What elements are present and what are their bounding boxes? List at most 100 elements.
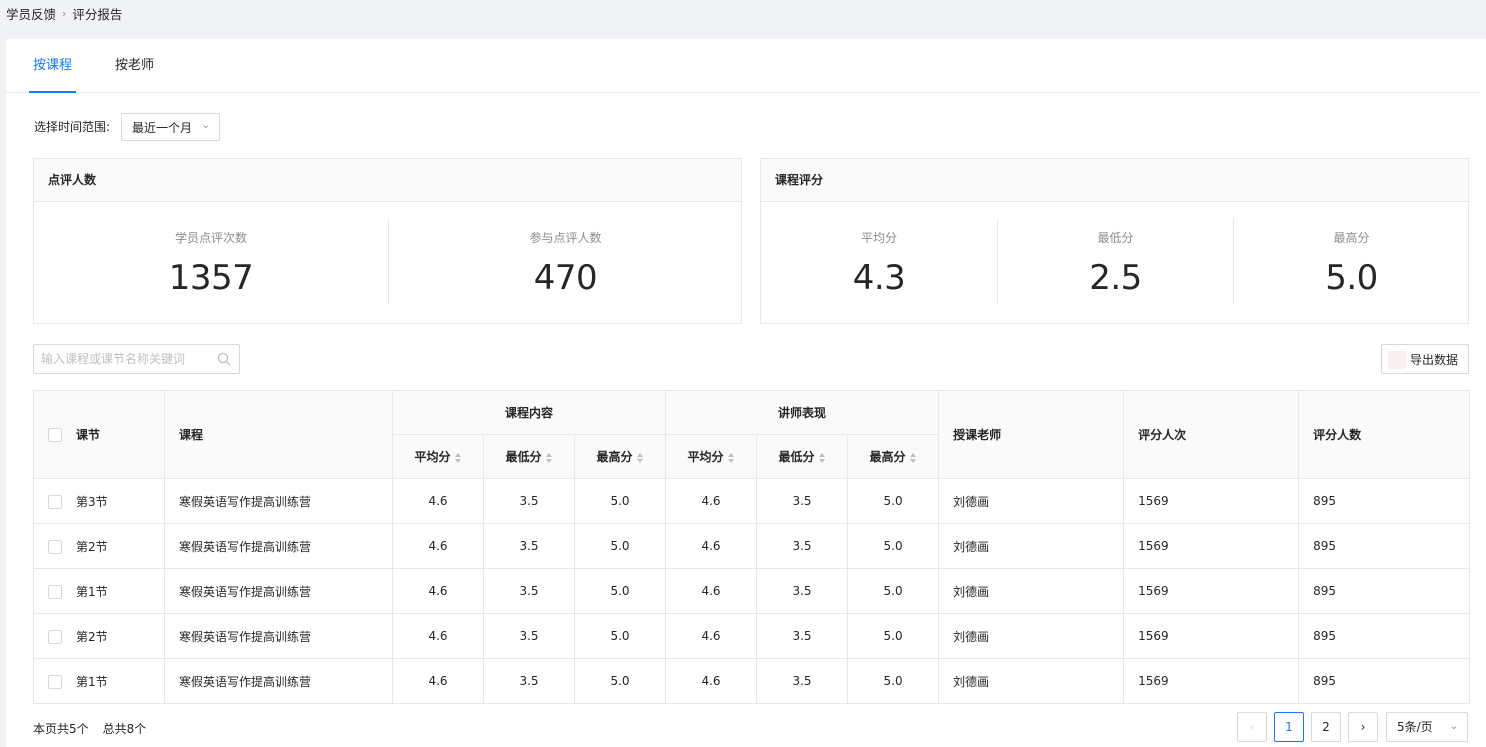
table-row[interactable]: 第2节 寒假英语写作提高训练营 4.6 3.5 5.0 4.6 3.5 5.0 刘德画 1569 8… — [33, 613, 1471, 659]
page-1-button[interactable]: 1 — [1274, 712, 1304, 742]
next-page-button[interactable]: › — [1348, 712, 1378, 742]
lesson-label: 第3节 — [76, 494, 108, 509]
row-checkbox[interactable] — [48, 629, 62, 644]
course-score-card: 课程评分 平均分 4.3 最低分 2.5 最高分 5.0 — [760, 158, 1469, 324]
row-checkbox[interactable] — [48, 539, 62, 554]
table-row[interactable]: 第2节 寒假英语写作提高训练营 4.6 3.5 5.0 4.6 3.5 5.0 刘德画 1569 8… — [33, 523, 1471, 569]
stat-value: 5.0 — [1325, 258, 1378, 298]
header-rating-people: 评分人数 — [1298, 390, 1471, 479]
cell-t-min: 3.5 — [756, 613, 849, 659]
header-teacher-min[interactable]: 最低分 — [756, 434, 849, 479]
chevron-left-icon: ‹ — [1249, 720, 1255, 734]
stat-label: 最低分 — [1097, 231, 1134, 245]
header-teacher: 授课老师 — [938, 390, 1125, 479]
chevron-down-icon: ⌄ — [201, 120, 210, 131]
review-card-title: 点评人数 — [34, 159, 741, 202]
select-all-checkbox[interactable] — [48, 428, 62, 442]
cell-teacher: 刘德画 — [938, 523, 1125, 569]
stat-label: 平均分 — [860, 231, 897, 245]
sort-icon[interactable] — [909, 452, 917, 463]
stat-label: 学员点评次数 — [174, 231, 247, 245]
stat-label: 最高分 — [1333, 231, 1370, 245]
table-row[interactable]: 第1节 寒假英语写作提高训练营 4.6 3.5 5.0 4.6 3.5 5.0 刘德画 1569 8… — [33, 658, 1471, 704]
page-size-select[interactable]: 5条/页 ⌄ — [1386, 712, 1468, 742]
cell-t-avg: 4.6 — [665, 523, 758, 569]
time-range-select[interactable]: 最近一个月 ⌄ — [121, 113, 220, 141]
header-label: 最低分 — [778, 450, 815, 464]
sort-icon[interactable] — [454, 452, 462, 463]
lesson-label: 第2节 — [76, 539, 108, 554]
row-checkbox[interactable] — [48, 674, 62, 689]
cell-t-avg: 4.6 — [665, 658, 758, 704]
cell-c-avg: 4.6 — [392, 523, 484, 569]
sort-icon[interactable] — [545, 452, 553, 463]
stat-max-score: 最高分 5.0 — [1234, 202, 1469, 324]
cell-c-min: 3.5 — [483, 523, 575, 569]
stat-min-score: 最低分 2.5 — [998, 202, 1233, 324]
tab-by-course[interactable]: 按课程 — [28, 39, 77, 93]
page-2-button[interactable]: 2 — [1311, 712, 1341, 742]
cell-lesson: 第1节 — [33, 568, 165, 614]
header-content-max[interactable]: 最高分 — [573, 434, 667, 479]
header-content-avg[interactable]: 平均分 — [392, 434, 484, 479]
total-item-count: 总共8个 — [102, 722, 147, 736]
cell-t-min: 3.5 — [756, 568, 849, 614]
cell-teacher: 刘德画 — [938, 613, 1125, 659]
search-input[interactable] — [34, 345, 209, 373]
header-teacher-avg[interactable]: 平均分 — [665, 434, 758, 479]
cell-c-avg: 4.6 — [392, 568, 484, 614]
cell-c-min: 3.5 — [483, 658, 575, 704]
cell-teacher: 刘德画 — [938, 478, 1125, 524]
cell-t-max: 5.0 — [847, 568, 940, 614]
cell-t-avg: 4.6 — [665, 568, 758, 614]
cell-people: 895 — [1298, 658, 1471, 704]
cell-people: 895 — [1298, 613, 1471, 659]
cell-people: 895 — [1298, 568, 1471, 614]
cell-t-min: 3.5 — [756, 478, 849, 524]
cell-lesson: 第1节 — [33, 658, 165, 704]
sort-icon[interactable] — [818, 452, 826, 463]
breadcrumb: 学员反馈 › 评分报告 — [6, 4, 122, 23]
export-button[interactable]: 导出数据 — [1381, 344, 1469, 374]
page-size-value: 5条/页 — [1397, 720, 1433, 734]
export-icon — [1388, 351, 1406, 369]
cell-c-min: 3.5 — [483, 613, 575, 659]
lesson-label: 第1节 — [76, 584, 108, 599]
cell-times: 1569 — [1123, 523, 1300, 569]
review-count-card: 点评人数 学员点评次数 1357 参与点评人数 470 — [33, 158, 742, 324]
cell-lesson: 第2节 — [33, 613, 165, 659]
header-rating-times: 评分人次 — [1123, 390, 1300, 479]
sort-icon[interactable] — [636, 452, 644, 463]
lesson-label: 第2节 — [76, 629, 108, 644]
header-teacher-max[interactable]: 最高分 — [847, 434, 940, 479]
score-table: 课节 课程 课程内容 讲师表现 授课老师 评分人次 评分人数 平均分 最低分 最… — [33, 390, 1471, 704]
table-row[interactable]: 第1节 寒假英语写作提高训练营 4.6 3.5 5.0 4.6 3.5 5.0 刘德画 1569 8… — [33, 568, 1471, 614]
time-range-label: 选择时间范围: — [34, 120, 111, 134]
cell-lesson: 第2节 — [33, 523, 165, 569]
breadcrumb-parent[interactable]: 学员反馈 — [6, 4, 56, 23]
cell-times: 1569 — [1123, 568, 1300, 614]
cell-t-avg: 4.6 — [665, 613, 758, 659]
cell-course: 寒假英语写作提高训练营 — [164, 658, 393, 704]
stat-value: 470 — [533, 258, 598, 298]
header-label: 最高分 — [596, 450, 633, 464]
row-checkbox[interactable] — [48, 584, 62, 599]
cell-c-min: 3.5 — [483, 478, 575, 524]
search-icon[interactable] — [217, 352, 231, 366]
tab-by-teacher[interactable]: 按老师 — [115, 39, 154, 93]
search-box — [33, 344, 240, 374]
header-label: 平均分 — [687, 450, 724, 464]
sort-icon[interactable] — [727, 452, 735, 463]
prev-page-button[interactable]: ‹ — [1237, 712, 1267, 742]
breadcrumb-separator: › — [62, 6, 67, 20]
header-course: 课程 — [164, 390, 393, 479]
cell-t-max: 5.0 — [847, 478, 940, 524]
cell-t-max: 5.0 — [847, 523, 940, 569]
header-content-min[interactable]: 最低分 — [483, 434, 575, 479]
row-checkbox[interactable] — [48, 494, 62, 509]
main-panel: 按课程 按老师 选择时间范围: 最近一个月 ⌄ 点评人数 学员点评次数 1357… — [6, 39, 1486, 747]
header-lesson-label: 课节 — [76, 428, 101, 442]
cell-times: 1569 — [1123, 478, 1300, 524]
table-row[interactable]: 第3节 寒假英语写作提高训练营 4.6 3.5 5.0 4.6 3.5 5.0 刘德画 1569 8… — [33, 478, 1471, 524]
stat-value: 4.3 — [852, 258, 906, 298]
